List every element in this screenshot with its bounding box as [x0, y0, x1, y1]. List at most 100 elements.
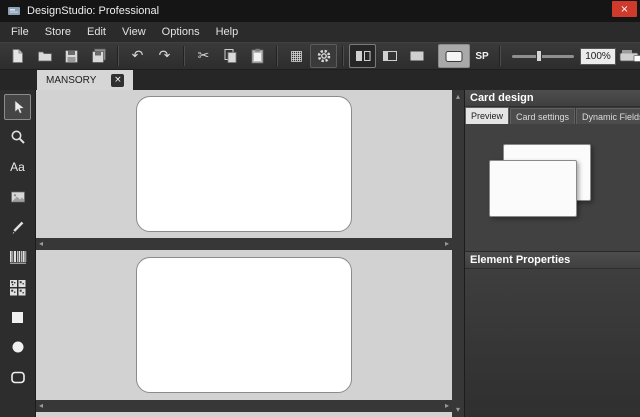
scroll-left-icon[interactable]: ◂: [39, 402, 43, 410]
zoom-slider-thumb[interactable]: [536, 50, 542, 62]
vertical-scrollbar[interactable]: ▴ ▾: [452, 90, 464, 417]
text-tool-icon: Aa: [10, 160, 25, 174]
tab-close-button[interactable]: ×: [111, 74, 124, 87]
zoom-slider[interactable]: [512, 45, 574, 67]
view-split-icon: [355, 49, 371, 63]
horizontal-scrollbar-front[interactable]: ◂ ▸: [36, 238, 452, 250]
menu-bar: File Store Edit View Options Help: [0, 22, 640, 42]
undo-icon: ↶: [132, 49, 144, 63]
sp-button[interactable]: SP: [470, 45, 494, 67]
tab-dynamic-fields[interactable]: Dynamic Fields: [576, 108, 640, 124]
menu-file[interactable]: File: [3, 22, 37, 42]
new-document-icon: [10, 48, 25, 64]
menu-options[interactable]: Options: [154, 22, 208, 42]
rounded-rectangle-icon: [10, 370, 26, 385]
right-panel: Card design Preview Card settings Dynami…: [464, 90, 640, 417]
card-front-surface[interactable]: [136, 96, 352, 232]
magnifier-icon: [10, 129, 26, 145]
scroll-down-icon[interactable]: ▾: [456, 406, 460, 414]
toolbar-separator: [342, 46, 344, 66]
matrix-code-icon: [9, 279, 26, 296]
menu-help[interactable]: Help: [208, 22, 247, 42]
window-close-button[interactable]: ×: [612, 1, 637, 17]
redo-icon: ↷: [159, 49, 171, 63]
save-icon: [64, 49, 79, 64]
scroll-right-icon[interactable]: ▸: [445, 402, 449, 410]
canvas-filler: [36, 412, 452, 417]
undo-button[interactable]: ↶: [124, 44, 151, 68]
save-button[interactable]: [58, 44, 85, 68]
card-preview-area: [465, 124, 640, 252]
app-logo-icon: [7, 4, 21, 18]
card-view-icon: [444, 49, 464, 64]
preview-card-front: [489, 160, 577, 217]
rectangle-tool-button[interactable]: [4, 304, 31, 330]
zoom-slider-track: [512, 55, 574, 58]
text-tool-button[interactable]: Aa: [4, 154, 31, 180]
zoom-level-field[interactable]: 100%: [580, 48, 616, 65]
copy-button[interactable]: [217, 44, 244, 68]
scroll-up-icon[interactable]: ▴: [456, 93, 460, 101]
document-tab-label: MANSORY: [46, 75, 96, 86]
open-button[interactable]: [31, 44, 58, 68]
card-printer-button[interactable]: [616, 44, 640, 68]
zoom-tool-button[interactable]: [4, 124, 31, 150]
barcode-icon: [9, 250, 27, 265]
menu-store[interactable]: Store: [37, 22, 79, 42]
gear-icon: [316, 48, 332, 64]
view-split-button[interactable]: [349, 44, 376, 68]
new-document-button[interactable]: [4, 44, 31, 68]
settings-button[interactable]: [310, 44, 337, 68]
line-tool-button[interactable]: [4, 214, 31, 240]
view-single-button[interactable]: [403, 44, 430, 68]
image-tool-button[interactable]: [4, 184, 31, 210]
select-tool-button[interactable]: [4, 94, 31, 120]
paste-button[interactable]: [244, 44, 271, 68]
view-single-icon: [409, 49, 425, 63]
rectangle-icon: [10, 310, 25, 325]
matrix-code-tool-button[interactable]: [4, 274, 31, 300]
menu-edit[interactable]: Edit: [79, 22, 114, 42]
cut-button[interactable]: ✂: [190, 44, 217, 68]
card-back-surface[interactable]: [136, 257, 352, 393]
card-design-tabs: Preview Card settings Dynamic Fields: [465, 107, 640, 124]
tab-preview[interactable]: Preview: [465, 107, 509, 124]
document-tab-bar: MANSORY ×: [0, 70, 640, 90]
menu-view[interactable]: View: [114, 22, 154, 42]
scroll-left-icon[interactable]: ◂: [39, 240, 43, 248]
card-printer-icon: [619, 47, 640, 65]
window-title: DesignStudio: Professional: [27, 5, 159, 17]
grid-icon: ▦: [290, 49, 303, 63]
element-properties-panel: [465, 269, 640, 417]
scroll-right-icon[interactable]: ▸: [445, 240, 449, 248]
view-panel-icon: [382, 49, 398, 63]
card-design-header: Card design: [465, 90, 640, 107]
canvas-viewport-front: [36, 90, 452, 238]
horizontal-scrollbar-back[interactable]: ◂ ▸: [36, 400, 452, 412]
open-folder-icon: [37, 48, 53, 64]
element-properties-header: Element Properties: [465, 252, 640, 269]
toolbar-separator: [499, 46, 501, 66]
toolbar-right-group: [616, 44, 640, 68]
paste-icon: [250, 48, 265, 64]
design-canvas: ◂ ▸ ◂ ▸: [36, 90, 452, 417]
barcode-tool-button[interactable]: [4, 244, 31, 270]
rounded-rectangle-tool-button[interactable]: [4, 364, 31, 390]
main-toolbar: ↶ ↷ ✂ ▦ S: [0, 42, 640, 70]
tool-palette: Aa: [0, 90, 36, 417]
tab-card-settings[interactable]: Card settings: [510, 108, 575, 124]
redo-button[interactable]: ↷: [151, 44, 178, 68]
toolbar-separator: [276, 46, 278, 66]
image-icon: [10, 189, 26, 205]
view-panel-button[interactable]: [376, 44, 403, 68]
save-all-button[interactable]: [85, 44, 112, 68]
view-card-button[interactable]: [438, 44, 470, 68]
document-tab-mansory[interactable]: MANSORY ×: [37, 70, 133, 90]
grid-toggle-button[interactable]: ▦: [283, 44, 310, 68]
copy-icon: [223, 48, 238, 64]
canvas-viewport-back: [36, 250, 452, 400]
ellipse-tool-button[interactable]: [4, 334, 31, 360]
ellipse-icon: [10, 339, 26, 355]
scissors-icon: ✂: [198, 49, 210, 63]
main-area: Aa: [0, 90, 640, 417]
